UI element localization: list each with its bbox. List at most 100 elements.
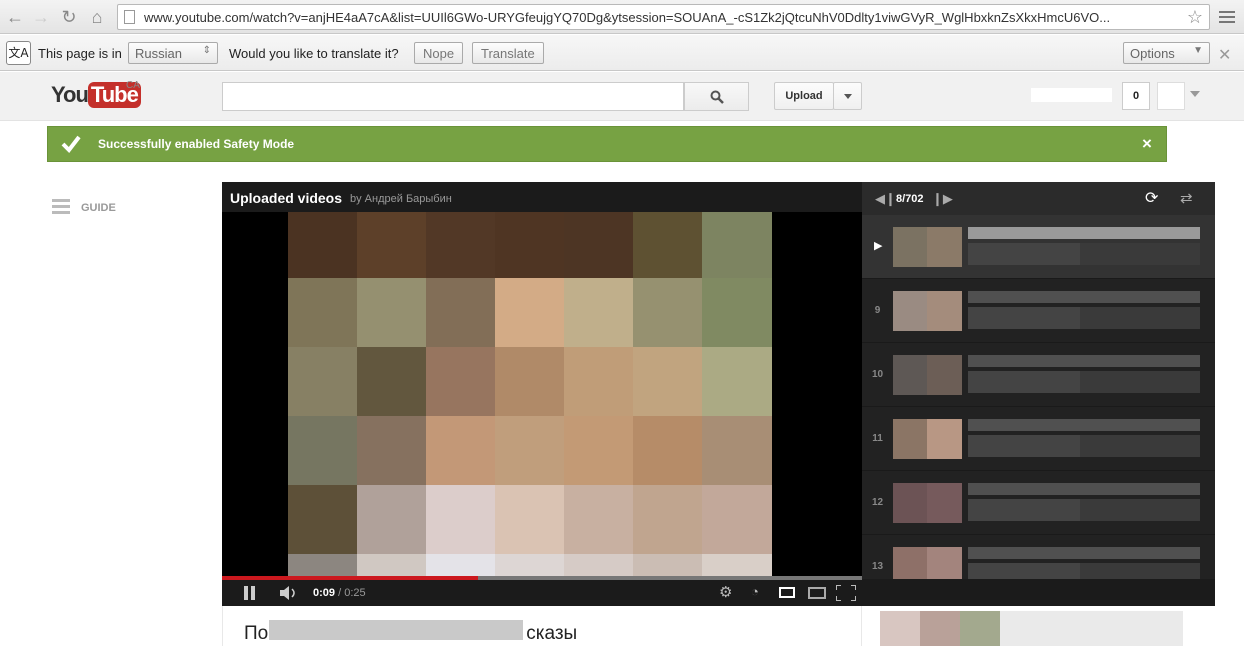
loop-icon[interactable]: ⟳ [1145, 188, 1158, 208]
pause-icon[interactable] [243, 586, 257, 600]
mosaic-block [357, 278, 427, 348]
watch-later-icon[interactable]: ◔ [751, 584, 759, 599]
playlist-item-index: 13 [871, 561, 884, 572]
playlist-item[interactable]: ▶ [862, 215, 1215, 279]
volume-icon[interactable] [280, 586, 300, 600]
mosaic-block [426, 485, 496, 555]
youtube-logo[interactable]: You Tube CA [51, 80, 141, 110]
translate-infobar: 文A This page is in Russian ⇕ Would you l… [0, 35, 1244, 71]
playlist-item-index: 12 [871, 497, 884, 508]
back-icon[interactable]: ← [4, 6, 26, 28]
url-text[interactable]: www.youtube.com/watch?v=anjHE4aA7cA&list… [144, 10, 1174, 25]
address-bar[interactable]: www.youtube.com/watch?v=anjHE4aA7cA&list… [117, 4, 1210, 30]
guide-label: GUIDE [81, 202, 116, 214]
chevron-down-icon[interactable] [1190, 91, 1200, 97]
chevron-down-icon: ▼ [1193, 45, 1203, 56]
player-header: Uploaded videos by Андрей Барыбин [222, 182, 862, 212]
reload-icon[interactable]: ↻ [58, 6, 80, 28]
playlist-owner[interactable]: by Андрей Барыбин [350, 193, 452, 205]
playlist-header: ◀❙ 8/702 ❙▶ ⟳ ⇄ [862, 182, 1215, 215]
mosaic-block [288, 212, 358, 279]
mosaic-block [357, 416, 427, 486]
title-redaction [269, 620, 523, 640]
upload-dropdown-button[interactable] [833, 82, 862, 110]
search-input[interactable] [222, 82, 684, 111]
alert-close-icon[interactable]: × [1142, 134, 1152, 154]
shuffle-icon[interactable]: ⇄ [1180, 189, 1193, 207]
duration: / 0:25 [338, 587, 366, 599]
mosaic-block [702, 554, 772, 577]
bookmark-star-icon[interactable]: ☆ [1187, 7, 1203, 28]
playlist-item-thumbnail [893, 419, 962, 459]
playlist-item[interactable]: 13 [862, 535, 1215, 579]
mosaic-block [564, 485, 634, 555]
mosaic-block [495, 347, 565, 417]
playlist-item-index: 11 [872, 433, 883, 444]
search-icon [710, 90, 724, 104]
upload-button[interactable]: Upload [774, 82, 834, 110]
large-player-icon[interactable] [808, 587, 826, 599]
playlist-item-thumbnail [893, 547, 962, 579]
home-icon[interactable]: ⌂ [86, 6, 108, 28]
nope-button[interactable]: Nope [414, 42, 464, 64]
mosaic-block [357, 554, 427, 577]
playlist-item-thumbnail [893, 227, 962, 267]
fullscreen-icon[interactable] [836, 585, 856, 601]
playlist-item[interactable]: 12 [862, 471, 1215, 535]
options-select[interactable]: Options ▼ [1123, 42, 1210, 64]
mosaic-block [426, 347, 496, 417]
now-playing-icon: ▶ [874, 240, 883, 252]
mosaic-block [633, 485, 703, 555]
options-label: Options [1130, 46, 1175, 61]
region-label: CA [126, 80, 140, 91]
playlist-position: 8/702 [896, 193, 924, 205]
playlist-item-index: 9 [874, 305, 881, 316]
mosaic-block [633, 554, 703, 577]
playlist-item[interactable]: 10 [862, 343, 1215, 407]
translate-button[interactable]: Translate [472, 42, 544, 64]
forward-icon[interactable]: → [30, 6, 52, 28]
browser-menu-icon[interactable] [1218, 8, 1236, 26]
playlist-item-thumbnail [893, 291, 962, 331]
mosaic-block [288, 485, 358, 555]
related-video-thumbnail[interactable] [880, 611, 1183, 646]
playlist-item[interactable]: 11 [862, 407, 1215, 471]
video-info: По сказы [222, 606, 862, 646]
translate-page-is-in: This page is in [38, 46, 122, 61]
playlist-item[interactable]: 9 [862, 279, 1215, 343]
mosaic-block [564, 554, 634, 577]
mosaic-block [288, 416, 358, 486]
mosaic-block [633, 416, 703, 486]
translate-icon: 文A [6, 41, 31, 65]
title-end: сказы [526, 623, 578, 644]
mosaic-block [633, 278, 703, 348]
alert-message: Successfully enabled Safety Mode [98, 137, 295, 151]
time-display: 0:09 / 0:25 [313, 587, 366, 599]
language-select[interactable]: Russian ⇕ [128, 42, 218, 64]
mosaic-block [564, 212, 634, 279]
close-icon[interactable]: ✕ [1218, 45, 1231, 65]
search-button[interactable] [684, 82, 749, 111]
current-time: 0:09 [313, 587, 336, 599]
avatar[interactable] [1157, 82, 1185, 110]
safety-mode-alert: Successfully enabled Safety Mode × [47, 126, 1167, 162]
playlist-title[interactable]: Uploaded videos [230, 190, 342, 206]
next-icon[interactable]: ❙▶ [932, 191, 953, 207]
pixelated-video-frame [288, 212, 782, 577]
mosaic-block [495, 278, 565, 348]
previous-icon[interactable]: ◀❙ [875, 191, 896, 207]
video-player[interactable] [222, 212, 862, 577]
page-icon [124, 10, 135, 24]
notification-count[interactable]: 0 [1122, 82, 1150, 110]
mosaic-block [564, 416, 634, 486]
mosaic-block [702, 485, 772, 555]
mosaic-block [495, 485, 565, 555]
mosaic-block [357, 485, 427, 555]
mosaic-block [357, 212, 427, 279]
small-player-icon[interactable] [779, 587, 795, 598]
mosaic-block [702, 278, 772, 348]
site-header: You Tube CA Upload 0 [0, 72, 1244, 121]
guide-button[interactable]: GUIDE [52, 199, 132, 219]
settings-gear-icon[interactable]: ⚙ [719, 583, 732, 601]
mosaic-block [633, 212, 703, 279]
